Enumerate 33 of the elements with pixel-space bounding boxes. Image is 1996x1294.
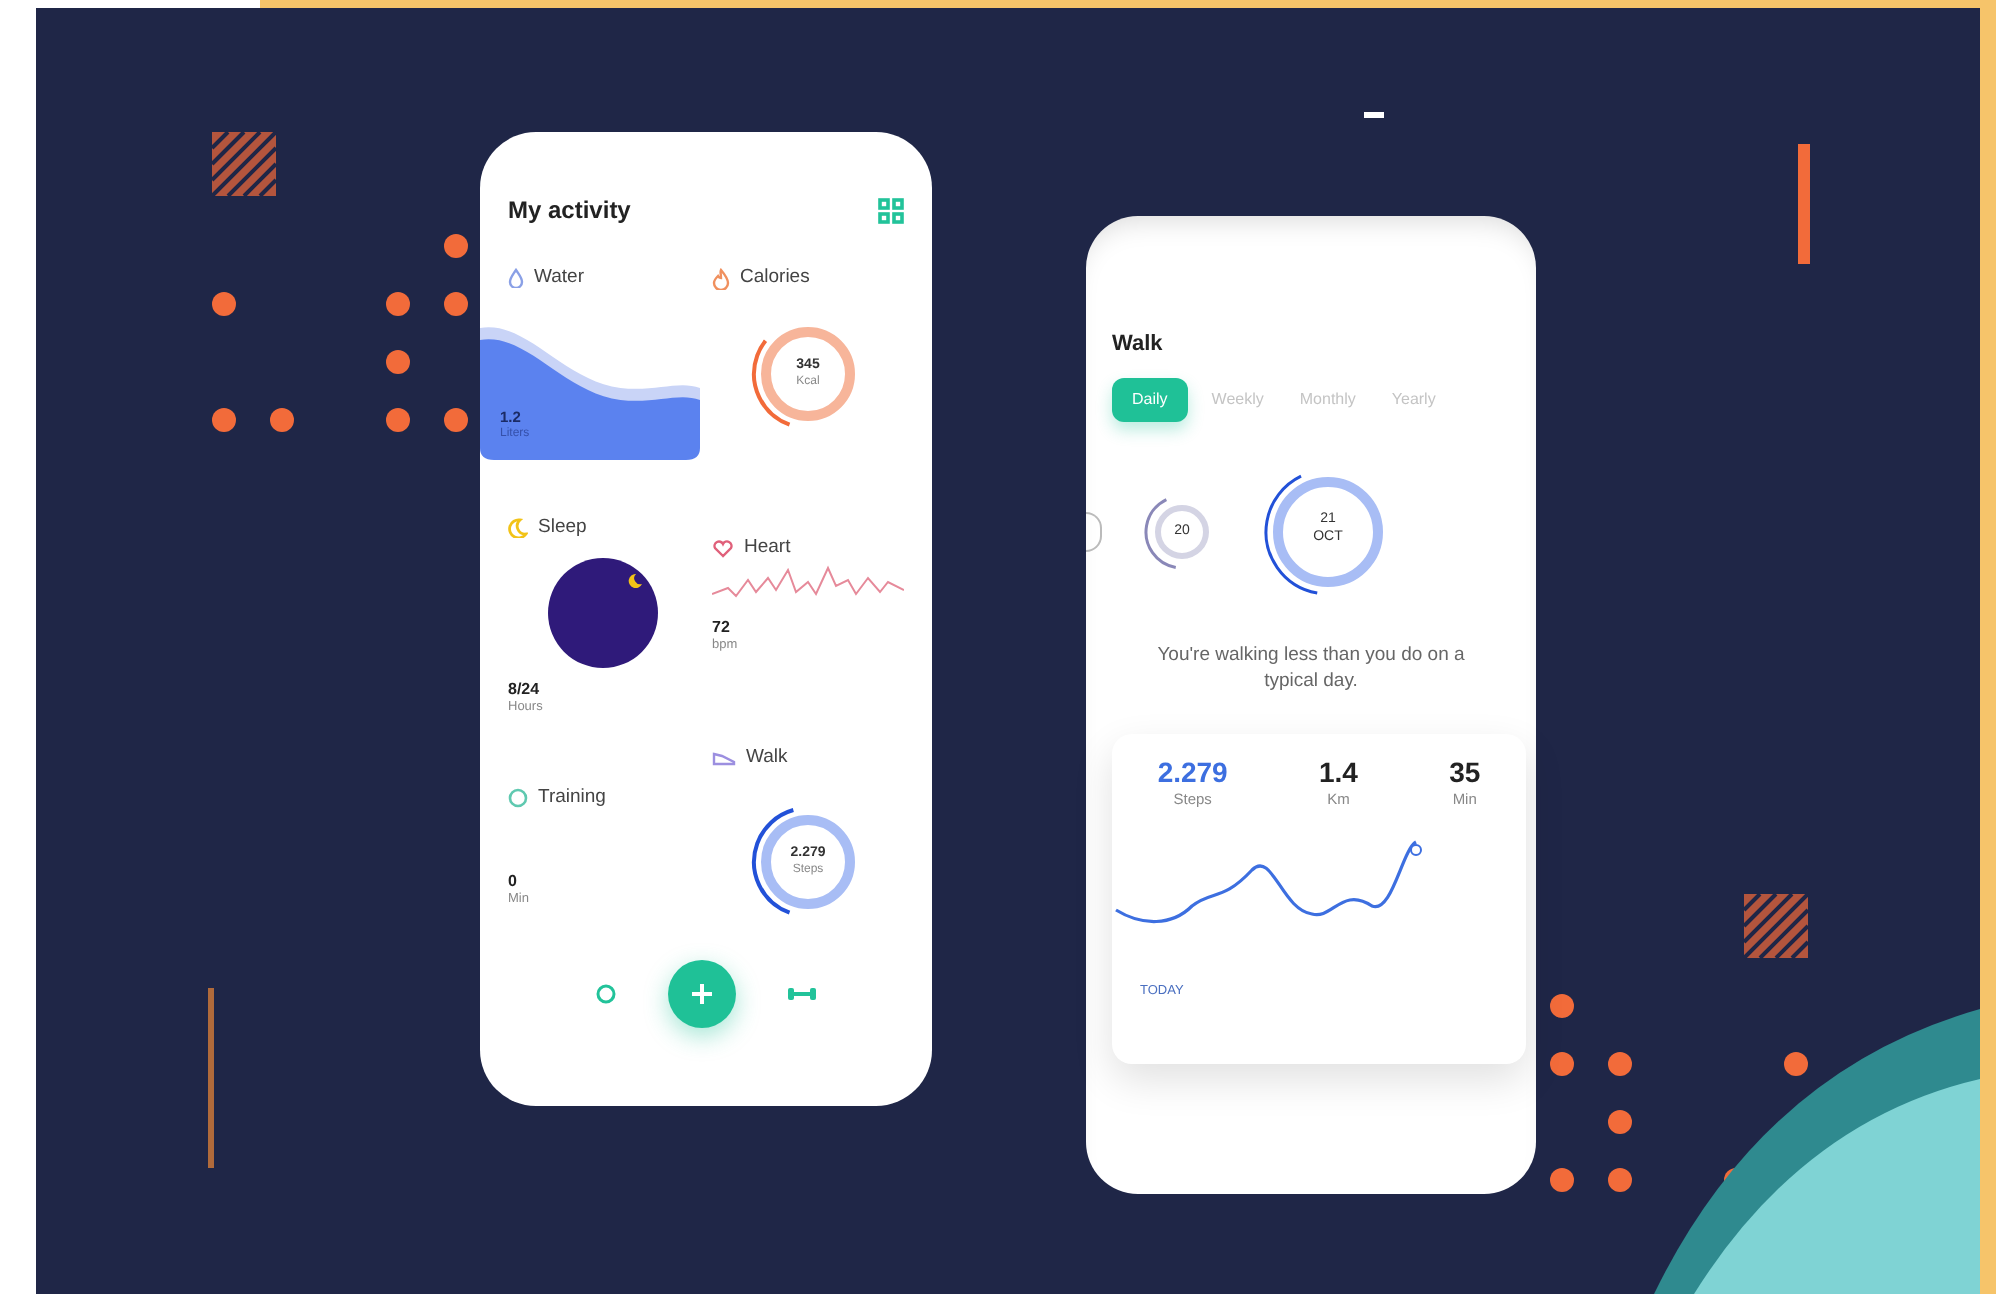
striped-square (1742, 892, 1810, 960)
plus-icon (690, 982, 714, 1006)
shoe-icon (712, 751, 736, 766)
card-title: Sleep (538, 514, 587, 542)
dumbbell-icon[interactable] (788, 986, 816, 1002)
flame-icon (712, 267, 730, 290)
partial-date-ring (1086, 511, 1102, 551)
period-tab[interactable]: Weekly (1199, 377, 1276, 421)
card-title: Water (534, 264, 584, 292)
screen-title: My activity (508, 194, 631, 228)
grid-icon[interactable] (878, 197, 904, 223)
stat-value: 2.279 (1157, 757, 1228, 787)
screen-title: Walk (1112, 330, 1165, 360)
add-button[interactable] (668, 960, 736, 1028)
striped-square (210, 130, 278, 198)
card-value: 8/24 (508, 680, 542, 699)
card-title: Calories (740, 264, 810, 292)
period-tab[interactable]: Daily (1112, 377, 1188, 421)
heart-icon (712, 539, 734, 558)
card-value: 0 (508, 872, 519, 891)
drop-icon (508, 268, 524, 289)
card-title: Heart (744, 534, 791, 562)
walk-message: You're walking less than you do on a typical day. (1155, 641, 1467, 693)
stat-value: 35 (1449, 757, 1481, 787)
card-title: Training (538, 784, 606, 812)
moon-icon (508, 518, 528, 539)
vertical-bar (1798, 144, 1810, 264)
period-tab[interactable]: Yearly (1379, 377, 1448, 421)
card-value: 72 (712, 618, 732, 637)
short-dash (1364, 112, 1384, 118)
period-tab[interactable]: Monthly (1287, 377, 1368, 421)
card-title: Walk (746, 744, 788, 772)
stat-value: 1.4 (1318, 757, 1358, 787)
